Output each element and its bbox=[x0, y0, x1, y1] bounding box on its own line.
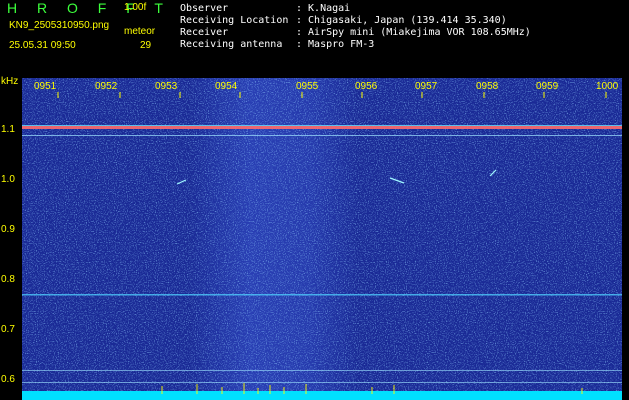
x-tick-label: 0957 bbox=[415, 81, 438, 92]
info-value: : AirSpy mini (Miakejima VOR 108.65MHz) bbox=[296, 27, 531, 38]
frequency-axis: kHz 1.1 1.0 0.9 0.8 0.7 0.6 bbox=[0, 76, 22, 400]
x-tick-label: 0956 bbox=[355, 81, 378, 92]
frequency-unit: kHz bbox=[1, 76, 19, 87]
info-key: Receiver bbox=[180, 27, 229, 38]
x-tick-label: 0951 bbox=[34, 81, 57, 92]
info-receiver: Receiver : AirSpy mini (Miakejima VOR 108… bbox=[180, 27, 531, 38]
file-name: KN9_2505310950.png bbox=[9, 20, 110, 31]
meteor-label: meteor bbox=[124, 26, 156, 37]
x-tick-label: 0958 bbox=[476, 81, 499, 92]
info-location: Receiving Location : Chigasaki, Japan (13… bbox=[180, 15, 507, 26]
y-tick-label: 0.7 bbox=[1, 324, 15, 335]
reference-line bbox=[22, 382, 622, 383]
header-panel: H R O F F T 1.00f KN9_2505310950.png met… bbox=[0, 0, 629, 76]
info-key: Receiving antenna bbox=[180, 39, 283, 50]
x-tick-label: 0954 bbox=[215, 81, 238, 92]
info-value: : Chigasaki, Japan (139.414 35.340) bbox=[296, 15, 507, 26]
info-value: : Maspro FM-3 bbox=[296, 39, 375, 50]
reference-line bbox=[22, 370, 622, 371]
info-key: Observer bbox=[180, 3, 229, 14]
spectrogram-view[interactable] bbox=[22, 78, 622, 400]
x-tick-label: 0959 bbox=[536, 81, 559, 92]
x-tick-label: 0952 bbox=[95, 81, 118, 92]
info-key: Receiving Location bbox=[180, 15, 289, 26]
info-antenna: Receiving antenna : Maspro FM-3 bbox=[180, 39, 374, 50]
y-tick-label: 0.6 bbox=[1, 374, 15, 385]
y-tick-label: 0.8 bbox=[1, 274, 15, 285]
carrier-line bbox=[22, 126, 622, 129]
meteor-count: 29 bbox=[140, 40, 152, 51]
y-tick-label: 1.1 bbox=[1, 124, 15, 135]
y-tick-label: 1.0 bbox=[1, 174, 15, 185]
hrofft-window: H R O F F T 1.00f KN9_2505310950.png met… bbox=[0, 0, 629, 400]
y-tick-label: 0.9 bbox=[1, 224, 15, 235]
x-tick-label: 1000 bbox=[596, 81, 619, 92]
info-value: : K.Nagai bbox=[296, 3, 351, 14]
info-observer: Observer : K.Nagai bbox=[180, 3, 350, 14]
observation-datetime: 25.05.31 09:50 bbox=[9, 40, 76, 51]
app-version: 1.00f bbox=[124, 2, 147, 13]
x-tick-label: 0953 bbox=[155, 81, 178, 92]
reference-line bbox=[22, 294, 622, 296]
app-title: H R O F F T bbox=[7, 0, 171, 16]
bottom-band bbox=[22, 391, 622, 400]
carrier-line-glow bbox=[22, 125, 622, 126]
x-tick-label: 0955 bbox=[296, 81, 319, 92]
reference-line bbox=[22, 135, 622, 136]
